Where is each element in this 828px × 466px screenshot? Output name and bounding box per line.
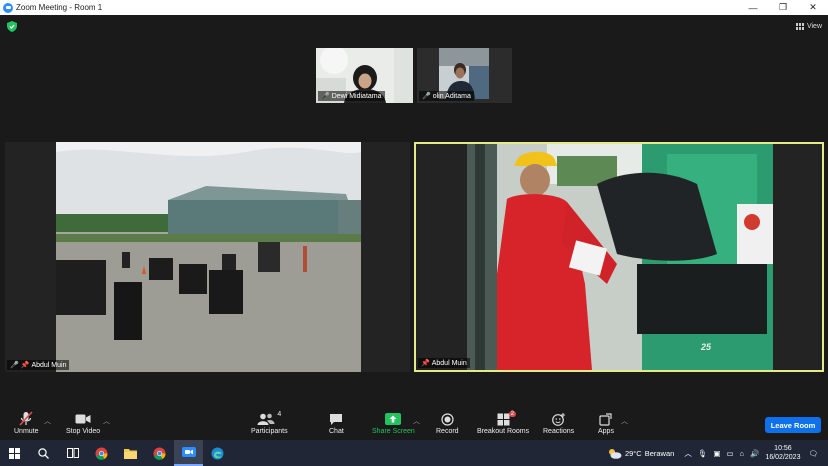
close-button[interactable]: ✕ — [798, 0, 828, 15]
record-button[interactable]: Record — [436, 411, 459, 435]
apps-label: Apps — [598, 428, 614, 435]
windows-start-icon[interactable] — [0, 440, 29, 466]
battery-icon[interactable]: ▭ — [726, 449, 733, 458]
video-options-caret[interactable]: ︿ — [103, 416, 110, 426]
network-icon[interactable]: ⌂ — [740, 449, 745, 458]
pin-icon: 📌 — [20, 362, 30, 369]
title-bar: Zoom Meeting - Room 1 — ❐ ✕ — [0, 0, 828, 15]
apps-button[interactable]: Apps — [598, 411, 614, 435]
participants-button[interactable]: 4 Participants — [251, 411, 288, 435]
reactions-label: Reactions — [543, 428, 575, 435]
share-screen-button[interactable]: Share Screen — [372, 411, 415, 435]
participant-name: Dewi Midiatama — [331, 92, 382, 100]
reactions-button[interactable]: Reactions — [543, 411, 574, 435]
participant-video — [467, 144, 773, 370]
stop-video-button[interactable]: Stop Video — [66, 411, 100, 435]
zoom-app-icon — [3, 2, 13, 13]
audio-options-caret[interactable]: ︿ — [44, 416, 51, 426]
participants-label: Participants — [251, 428, 288, 435]
participant-name: Abdul Muin — [31, 361, 67, 369]
meet-now-icon[interactable]: ▣ — [713, 449, 720, 458]
record-label: Record — [436, 428, 459, 435]
mic-muted-icon: 🎤 — [10, 362, 19, 369]
participants-count: 4 — [277, 411, 282, 418]
breakout-rooms-badge: 2 — [508, 411, 516, 417]
chat-button[interactable]: Chat — [329, 411, 344, 435]
participant-thumbnail[interactable]: 🎤 Dewi Midiatama — [316, 48, 413, 103]
smiley-plus-icon — [551, 411, 566, 427]
file-explorer-icon[interactable] — [116, 440, 145, 466]
security-shield-icon[interactable] — [7, 21, 17, 32]
forklift-label: 25 — [701, 342, 712, 352]
mic-muted-icon: 🎤 — [422, 93, 431, 100]
maximize-button[interactable]: ❐ — [768, 0, 798, 15]
participant-video — [56, 142, 361, 372]
pin-icon: 📌 — [421, 360, 430, 367]
task-view-icon[interactable] — [58, 440, 87, 466]
participant-name-tag: 📌 Abdul Muin — [418, 358, 470, 368]
view-button[interactable]: View — [795, 20, 822, 32]
mic-muted-icon: 🎤 — [321, 93, 330, 100]
stop-video-label: Stop Video — [66, 428, 101, 435]
participant-name: Abdul Muin — [431, 359, 467, 367]
video-camera-icon — [75, 411, 91, 427]
participant-name-tag: 🎤 📌 Abdul Muin — [7, 360, 70, 370]
participant-thumbnail[interactable]: 🎤 olin Aditama — [417, 48, 512, 103]
weather-description: Berawan — [644, 448, 675, 458]
clock-time: 10:56 — [774, 445, 792, 452]
mic-muted-icon — [19, 411, 33, 427]
notification-icon[interactable]: 🗨 — [808, 449, 818, 458]
unmute-label: Unmute — [14, 428, 39, 435]
share-options-caret[interactable]: ︿ — [413, 416, 420, 426]
chat-bubble-icon — [329, 411, 343, 427]
breakout-rooms-label: Breakout Rooms — [477, 428, 530, 435]
participant-name-tag: 🎤 olin Aditama — [419, 91, 474, 101]
share-screen-icon — [385, 411, 402, 427]
cloudy-weather-icon[interactable] — [607, 448, 622, 459]
grid-icon — [795, 22, 804, 30]
active-speaker-tile[interactable]: 25 📌 Abdul Muin — [414, 142, 824, 372]
chrome-icon[interactable] — [87, 440, 116, 466]
edge-icon[interactable] — [203, 440, 232, 466]
chevron-up-icon[interactable]: ︿ — [684, 448, 692, 459]
clock-date: 16/02/2023 — [765, 454, 801, 461]
breakout-rooms-icon — [497, 413, 510, 425]
weather-temperature: 29°C — [624, 448, 642, 458]
meeting-area: View 🎤 Dewi Midiatama 🎤 olin Aditama 🎤 📌… — [0, 15, 828, 408]
record-icon — [441, 411, 454, 427]
apps-icon — [599, 411, 613, 427]
leave-room-button[interactable]: Leave Room — [765, 417, 821, 433]
unmute-button[interactable]: Unmute — [14, 411, 39, 435]
volume-icon[interactable]: 🔊 — [750, 449, 759, 458]
breakout-rooms-button[interactable]: 2 Breakout Rooms — [477, 411, 529, 435]
view-label: View — [806, 22, 822, 30]
window-title: Zoom Meeting - Room 1 — [16, 3, 103, 12]
participants-icon — [257, 413, 275, 425]
video-tile[interactable]: 🎤 📌 Abdul Muin — [5, 142, 410, 372]
microphone-icon[interactable]: 🎙 — [698, 449, 708, 458]
apps-options-caret[interactable]: ︿ — [621, 416, 628, 426]
participant-name-tag: 🎤 Dewi Midiatama — [318, 91, 385, 101]
chat-label: Chat — [329, 428, 344, 435]
zoom-taskbar-icon[interactable] — [174, 440, 203, 466]
search-icon[interactable] — [29, 440, 58, 466]
participant-name: olin Aditama — [432, 92, 471, 100]
taskbar-clock[interactable]: 10:56 16/02/2023 — [765, 444, 800, 462]
meeting-toolbar: Unmute ︿ Stop Video ︿ 4 Participants Cha… — [0, 408, 828, 440]
share-screen-label: Share Screen — [372, 428, 415, 435]
os-taskbar: 29°C Berawan ︿ 🎙 ▣ ▭ ⌂ 🔊 10:56 16/02/202… — [0, 440, 828, 466]
system-tray: 29°C Berawan ︿ 🎙 ▣ ▭ ⌂ 🔊 10:56 16/02/202… — [607, 440, 828, 466]
minimize-button[interactable]: — — [738, 0, 768, 15]
chrome-profile-icon[interactable] — [145, 440, 174, 466]
